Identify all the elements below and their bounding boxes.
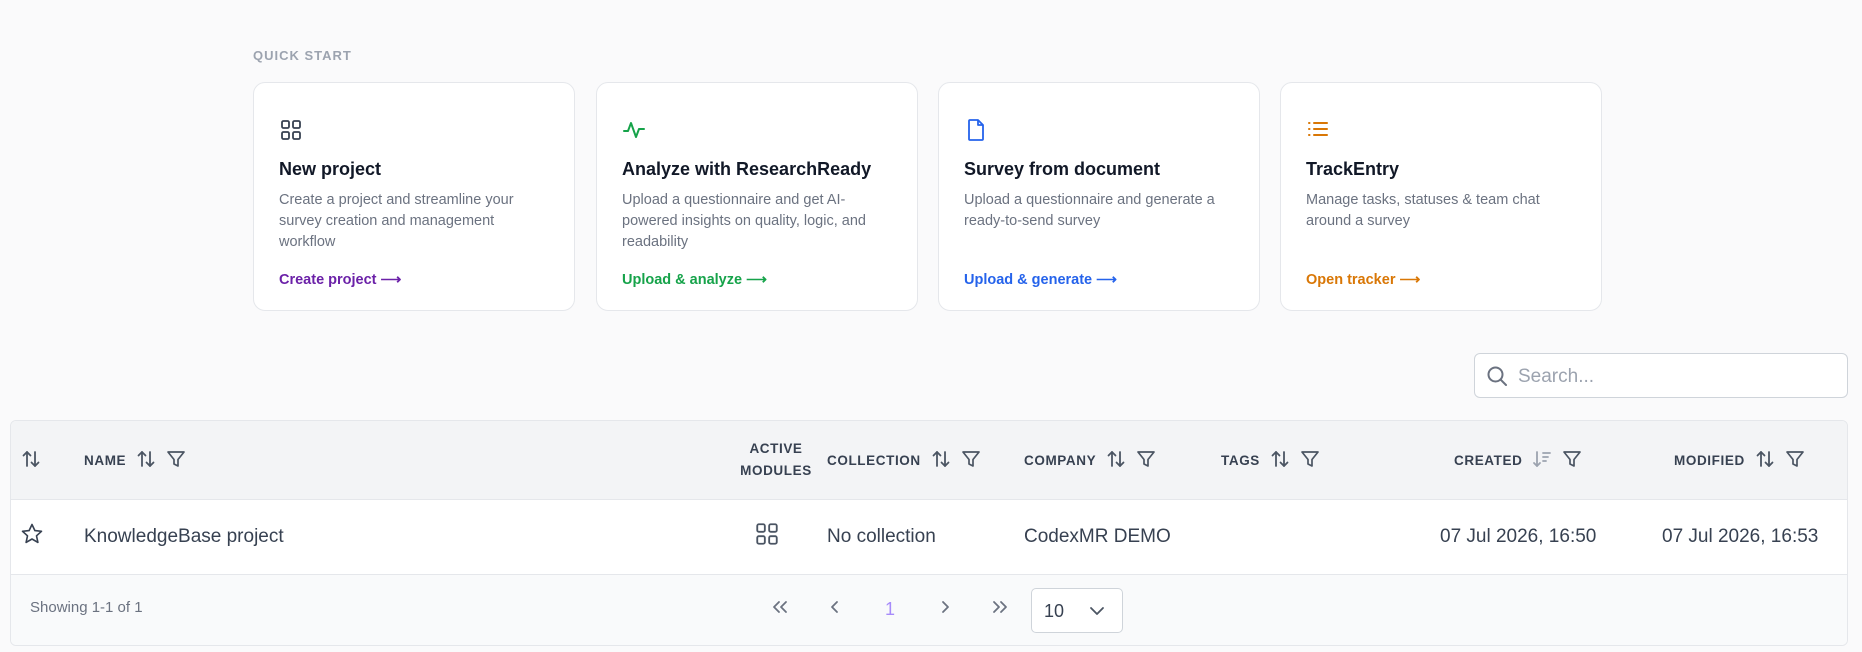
column-tags[interactable]: TAGS xyxy=(1221,421,1320,499)
project-name[interactable]: KnowledgeBase project xyxy=(84,500,284,574)
active-modules-label-line1: ACTIVE xyxy=(749,441,803,456)
table-header: NAME ACTIVE MODULES COLLECTION COMPANY T… xyxy=(11,421,1847,500)
card-description: Manage tasks, statuses & team chat aroun… xyxy=(1306,192,1540,229)
page-size-select[interactable]: 10 xyxy=(1031,588,1123,633)
card-title: TrackEntry xyxy=(1306,159,1400,179)
open-tracker-link[interactable]: Open tracker ⟶ xyxy=(1306,272,1420,288)
list-icon xyxy=(1306,118,1330,142)
column-active-modules: ACTIVE MODULES xyxy=(733,421,819,499)
column-created[interactable]: CREATED xyxy=(1454,421,1582,499)
card-analyze[interactable]: Analyze with ResearchReady Upload a ques… xyxy=(596,82,918,311)
filter-icon[interactable] xyxy=(1136,449,1156,472)
active-modules-cell[interactable] xyxy=(754,500,780,574)
sort-icon xyxy=(21,449,41,472)
sort-descending-icon[interactable] xyxy=(1532,449,1552,472)
chevrons-right-icon xyxy=(990,597,1010,622)
modules-grid-icon[interactable] xyxy=(754,521,780,553)
search-placeholder: Search... xyxy=(1518,366,1595,387)
card-title: New project xyxy=(279,159,382,179)
filter-icon[interactable] xyxy=(1562,449,1582,472)
column-modified-label: MODIFIED xyxy=(1674,452,1745,468)
card-title: Analyze with ResearchReady xyxy=(622,159,872,179)
sort-icon[interactable] xyxy=(136,449,156,472)
card-new-project[interactable]: New project Create a project and streaml… xyxy=(253,82,575,311)
quick-start-label: QUICK START xyxy=(253,48,352,63)
column-tags-label: TAGS xyxy=(1221,452,1260,468)
column-company-label: COMPANY xyxy=(1024,452,1097,468)
created-cell: 07 Jul 2026, 16:50 xyxy=(1440,526,1597,547)
favorite-sort-button[interactable] xyxy=(21,421,41,499)
company-cell: CodexMR DEMO xyxy=(1024,526,1171,547)
filter-icon[interactable] xyxy=(1785,449,1805,472)
chevron-down-icon xyxy=(1087,601,1107,626)
card-title: Survey from document xyxy=(964,159,1161,179)
sort-icon[interactable] xyxy=(931,449,951,472)
projects-table: NAME ACTIVE MODULES COLLECTION COMPANY T… xyxy=(10,420,1848,646)
upload-generate-link[interactable]: Upload & generate ⟶ xyxy=(964,272,1117,288)
current-page-button[interactable]: 1 xyxy=(878,597,902,621)
column-name[interactable]: NAME xyxy=(84,421,186,499)
document-icon xyxy=(964,118,988,142)
page-size-value: 10 xyxy=(1044,601,1065,621)
search-icon xyxy=(1485,364,1509,393)
favorite-button[interactable] xyxy=(20,500,44,574)
column-modified[interactable]: MODIFIED xyxy=(1674,421,1805,499)
showing-count: Showing 1-1 of 1 xyxy=(30,599,143,616)
column-collection-label: COLLECTION xyxy=(827,452,921,468)
grid-icon xyxy=(279,118,303,142)
star-icon[interactable] xyxy=(20,522,44,552)
sort-icon[interactable] xyxy=(1270,449,1290,472)
last-page-button[interactable] xyxy=(988,597,1012,621)
card-survey-from-document[interactable]: Survey from document Upload a questionna… xyxy=(938,82,1260,311)
table-footer: Showing 1-1 of 1 1 10 xyxy=(11,575,1847,645)
chevrons-left-icon xyxy=(770,597,790,622)
filter-icon[interactable] xyxy=(961,449,981,472)
sort-icon[interactable] xyxy=(1106,449,1126,472)
previous-page-button[interactable] xyxy=(823,597,847,621)
chevron-right-icon xyxy=(935,597,955,622)
column-created-label: CREATED xyxy=(1454,452,1523,468)
upload-analyze-link[interactable]: Upload & analyze ⟶ xyxy=(622,272,767,288)
collection-cell: No collection xyxy=(827,526,936,547)
card-description: Upload a questionnaire and generate a re… xyxy=(964,192,1215,229)
filter-icon[interactable] xyxy=(166,449,186,472)
column-company[interactable]: COMPANY xyxy=(1024,421,1156,499)
column-name-label: NAME xyxy=(84,452,127,468)
next-page-button[interactable] xyxy=(933,597,957,621)
search-input[interactable]: Search... xyxy=(1474,353,1848,398)
first-page-button[interactable] xyxy=(768,597,792,621)
column-collection[interactable]: COLLECTION xyxy=(827,421,981,499)
card-description: Create a project and streamline your sur… xyxy=(279,192,514,250)
card-description: Upload a questionnaire and get AI-powere… xyxy=(622,192,866,250)
filter-icon[interactable] xyxy=(1300,449,1320,472)
create-project-link[interactable]: Create project ⟶ xyxy=(279,272,401,288)
active-modules-label-line2: MODULES xyxy=(740,463,812,478)
modified-cell: 07 Jul 2026, 16:53 xyxy=(1662,526,1819,547)
table-row[interactable]: KnowledgeBase project No collection Code… xyxy=(11,500,1847,575)
activity-icon xyxy=(622,118,646,142)
card-trackentry[interactable]: TrackEntry Manage tasks, statuses & team… xyxy=(1280,82,1602,311)
sort-icon[interactable] xyxy=(1755,449,1775,472)
chevron-left-icon xyxy=(825,597,845,622)
